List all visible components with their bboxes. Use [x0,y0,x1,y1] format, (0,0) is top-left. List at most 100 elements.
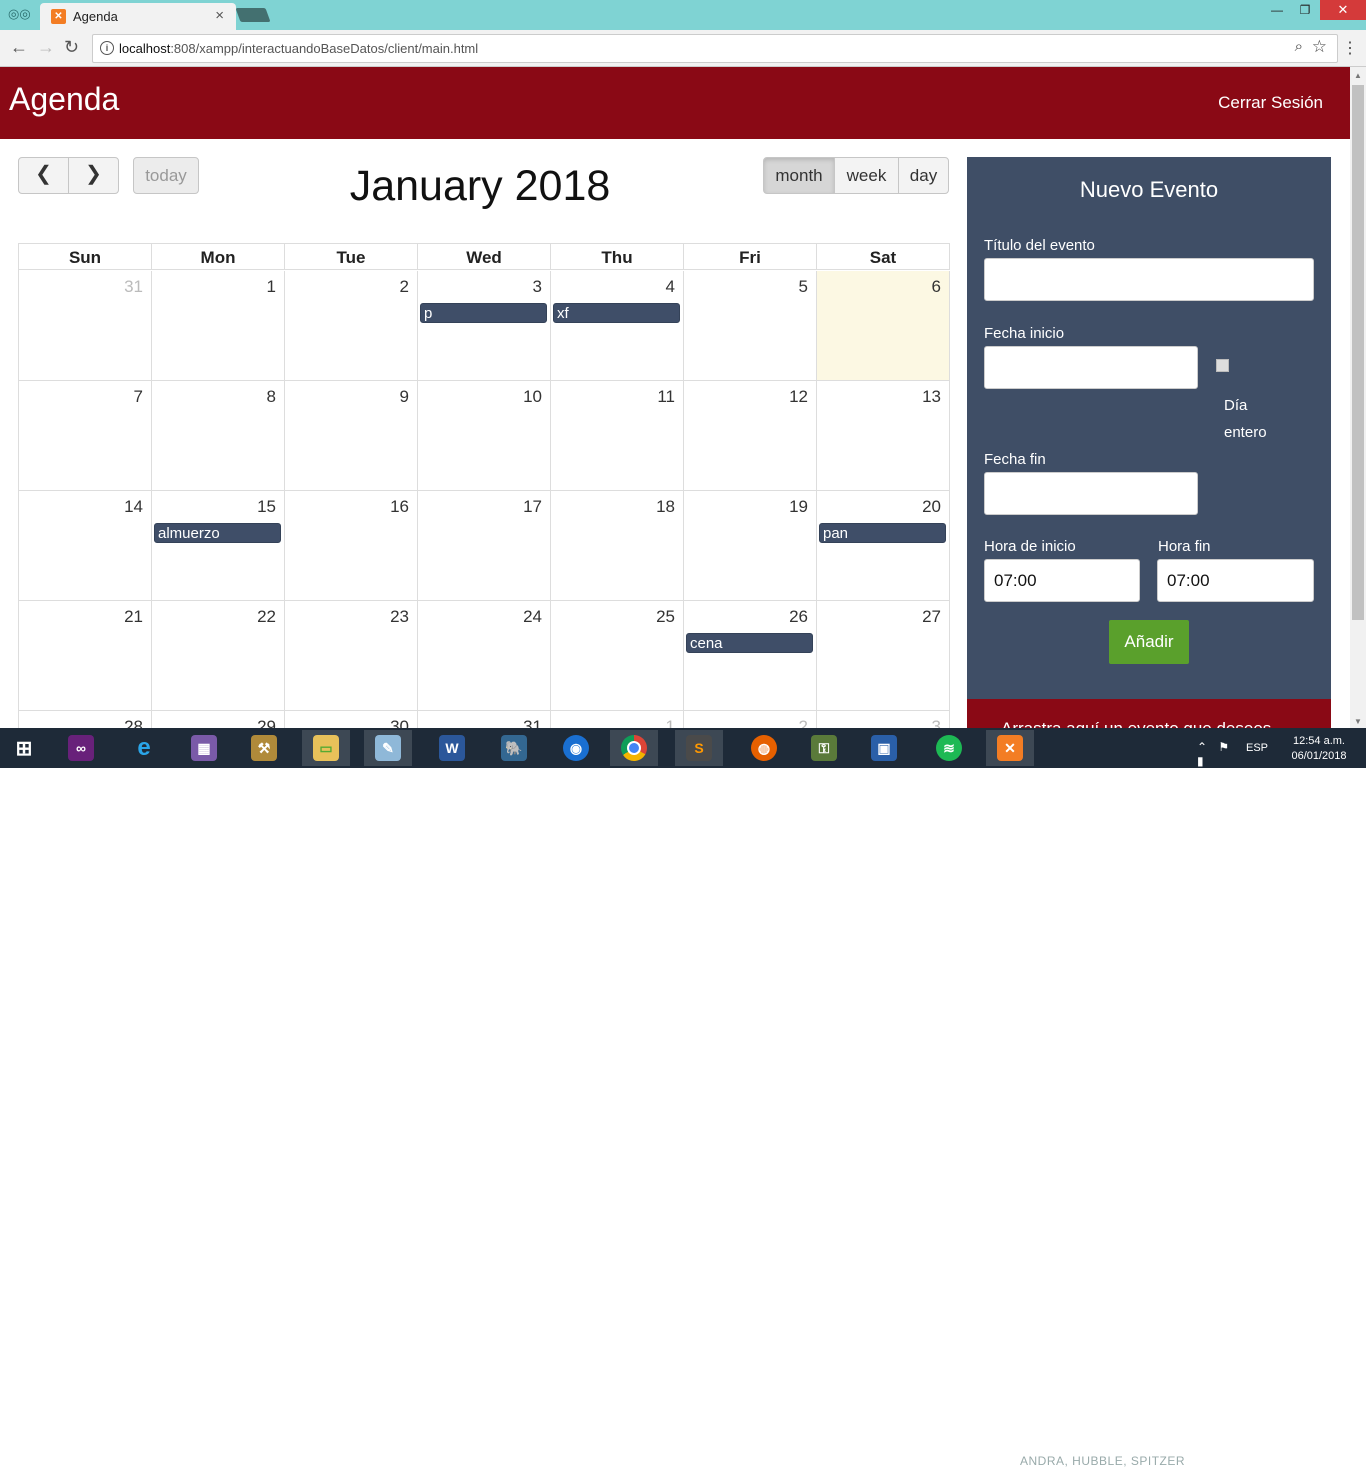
sublime-text-icon[interactable]: S [675,730,723,766]
back-arrow-icon[interactable]: ← [10,38,28,56]
prev-month-button[interactable]: ❮ [18,157,69,194]
add-event-button[interactable]: Añadir [1109,620,1189,664]
day-cell[interactable]: 26 cena [684,601,817,711]
day-cell[interactable]: 21 [19,601,152,711]
scroll-down-icon[interactable]: ▼ [1354,717,1362,726]
postgresql-icon[interactable]: 🐘 [490,730,538,766]
day-cell[interactable]: 9 [285,381,418,491]
calendar-event[interactable]: almuerzo [154,523,281,543]
spotify-icon[interactable]: ≋ [925,730,973,766]
new-tab-button[interactable] [235,8,271,22]
drop-zone[interactable]: Arrastra aquí un evento que desees [967,699,1331,738]
tab-close-icon[interactable]: × [215,7,224,24]
day-cell[interactable]: 23 [285,601,418,711]
day-cell[interactable]: 2 [285,271,418,381]
day-cell[interactable]: 8 [152,381,285,491]
winrar-icon[interactable]: ▦ [180,730,228,766]
page-scrollbar[interactable]: ▲ ▼ [1350,67,1366,728]
day-number: 2 [399,277,409,296]
weekday-header: Mon [152,244,285,270]
internet-explorer-icon[interactable]: e [120,730,168,766]
day-cell[interactable]: 13 [817,381,950,491]
calendar-event[interactable]: p [420,303,547,323]
today-button[interactable]: today [133,157,199,194]
day-number: 6 [931,277,941,296]
day-number: 16 [390,497,409,516]
next-month-button[interactable]: ❯ [68,157,119,194]
word-icon[interactable]: W [428,730,476,766]
windows-start-icon[interactable]: ⊞ [0,730,48,766]
day-cell[interactable]: 20 pan [817,491,950,601]
day-cell[interactable]: 10 [418,381,551,491]
weekday-header: Thu [551,244,684,270]
day-cell[interactable]: 31 [19,271,152,381]
end-date-input[interactable] [984,472,1198,515]
day-cell[interactable]: 1 [152,271,285,381]
week-view-button[interactable]: week [834,157,899,194]
chrome-icon[interactable] [610,730,658,766]
menu-dots-icon[interactable]: ⋮ [1342,38,1358,58]
scrollbar-thumb[interactable] [1352,85,1364,620]
bookmark-star-icon[interactable]: ☆ [1312,37,1327,57]
day-number: 15 [257,497,276,516]
day-number: 14 [124,497,143,516]
start-time-input[interactable]: 07:00 [984,559,1140,602]
day-cell[interactable]: 17 [418,491,551,601]
day-cell[interactable]: 16 [285,491,418,601]
calendar-event[interactable]: cena [686,633,813,653]
keepass-icon[interactable]: ⚿ [800,730,848,766]
start-date-label: Fecha inicio [984,325,1065,342]
calendar-event[interactable]: pan [819,523,946,543]
notepad-icon[interactable]: ✎ [364,730,412,766]
file-explorer-icon[interactable]: ▭ [302,730,350,766]
calendar-event[interactable]: xf [553,303,680,323]
virtualbox-icon[interactable]: ▣ [860,730,908,766]
zoom-icon[interactable]: ⌕ [1295,38,1303,55]
day-cell[interactable]: 18 [551,491,684,601]
day-cell[interactable]: 27 [817,601,950,711]
info-icon[interactable]: i [100,41,114,55]
reload-icon[interactable]: ↻ [64,38,79,56]
day-cell[interactable]: 14 [19,491,152,601]
firefox-developer-icon[interactable]: ◉ [552,730,600,766]
tray-icons[interactable]: ⌃ ⚑ ▮ ▂▄▆ ◁)) [1197,740,1236,796]
day-cell[interactable]: 7 [19,381,152,491]
address-bar[interactable]: i localhost:808/xampp/interactuandoBaseD… [92,34,1338,63]
logout-link[interactable]: Cerrar Sesión [1218,93,1323,113]
forward-arrow-icon[interactable]: → [37,38,55,56]
day-number: 20 [922,497,941,516]
day-cell[interactable]: 6 [817,271,950,381]
day-number: 31 [124,277,143,296]
clock[interactable]: 12:54 a.m. 06/01/2018 [1286,734,1352,764]
window-close-button[interactable]: ✕ [1320,0,1366,20]
day-number: 22 [257,607,276,626]
browser-tab[interactable]: ✕ Agenda × [40,3,236,30]
new-event-panel: Nuevo Evento Título del evento Fecha ini… [967,157,1331,702]
day-view-button[interactable]: day [898,157,949,194]
end-time-input[interactable]: 07:00 [1157,559,1314,602]
tools-icon[interactable]: ⚒ [240,730,288,766]
day-cell[interactable]: 5 [684,271,817,381]
start-date-input[interactable] [984,346,1198,389]
day-cell[interactable]: 25 [551,601,684,711]
language-indicator[interactable]: ESP [1246,742,1268,754]
month-view-button[interactable]: month [763,157,835,194]
url-text[interactable]: localhost:808/xampp/interactuandoBaseDat… [119,41,478,56]
day-cell[interactable]: 4 xf [551,271,684,381]
all-day-checkbox[interactable] [1216,359,1229,372]
xampp-icon[interactable]: ✕ [986,730,1034,766]
scroll-up-icon[interactable]: ▲ [1354,71,1362,80]
visual-studio-icon[interactable]: ∞ [57,730,105,766]
minimize-button[interactable]: — [1262,0,1292,20]
restore-button[interactable]: ❐ [1290,0,1320,20]
day-cell[interactable]: 11 [551,381,684,491]
day-cell[interactable]: 22 [152,601,285,711]
weekday-header: Fri [684,244,817,270]
title-input[interactable] [984,258,1314,301]
day-cell[interactable]: 15 almuerzo [152,491,285,601]
day-cell[interactable]: 3p [418,271,551,381]
firefox-icon[interactable]: ◍ [740,730,788,766]
day-cell[interactable]: 12 [684,381,817,491]
day-cell[interactable]: 24 [418,601,551,711]
day-cell[interactable]: 19 [684,491,817,601]
